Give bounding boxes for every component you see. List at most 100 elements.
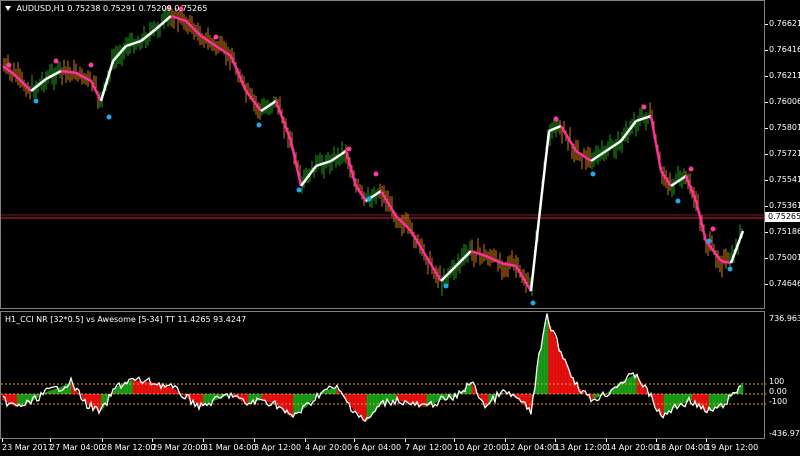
trend-segment xyxy=(649,115,663,172)
oscillator-svg xyxy=(1,313,766,422)
price-axis[interactable]: 0.76621 0.76416 0.76211 0.76006 0.75801 … xyxy=(765,0,800,309)
fractal-bottom-dot xyxy=(366,196,372,202)
price-tick xyxy=(765,128,768,129)
trend-segment xyxy=(99,60,115,102)
time-tick xyxy=(606,439,607,442)
oscillator-pane[interactable]: H1_CCI NR [32*0.5] vs Awesome [5-34] TT … xyxy=(0,311,766,439)
fractal-dots xyxy=(6,5,733,306)
time-tick xyxy=(706,439,707,442)
chart-window[interactable]: AUDUSD,H1 0.75238 0.75291 0.75209 0.7526… xyxy=(0,0,800,456)
price-label: 0.76621 xyxy=(769,19,800,28)
fractal-bottom-dot xyxy=(530,300,536,306)
time-tick xyxy=(354,439,355,442)
fractal-bottom-dot xyxy=(106,114,112,120)
price-label: 0.76416 xyxy=(769,45,800,54)
fractal-top-dot xyxy=(373,171,379,177)
osc-label: -436.9756 xyxy=(769,429,800,438)
fractal-bottom-dot xyxy=(256,122,262,128)
price-tick xyxy=(765,258,768,259)
osc-label: 0.00 xyxy=(769,387,787,396)
current-price-marker: 0.75265 xyxy=(765,212,800,222)
fractal-top-dot xyxy=(213,34,219,40)
oscillator-axis[interactable]: 736.9638 100 0.00 -100 -436.9756 xyxy=(765,311,800,439)
main-price-pane[interactable]: AUDUSD,H1 0.75238 0.75291 0.75209 0.7526… xyxy=(0,0,766,309)
time-label: 12 Apr 04:00 xyxy=(505,443,558,452)
time-label: 31 Mar 04:00 xyxy=(203,443,257,452)
price-tick xyxy=(765,102,768,103)
fractal-top-dot xyxy=(53,58,59,64)
fractal-top-dot xyxy=(641,104,647,110)
osc-label: 100 xyxy=(769,377,785,386)
time-label: 3 Apr 12:00 xyxy=(254,443,302,452)
fractal-bottom-dot xyxy=(296,187,302,193)
time-tick xyxy=(656,439,657,442)
price-label: 0.76006 xyxy=(769,97,800,106)
symbol-name: AUDUSD,H1 xyxy=(16,4,65,13)
time-label: 6 Apr 04:00 xyxy=(354,443,402,452)
fractal-top-dot xyxy=(688,166,694,172)
collapse-triangle-icon[interactable] xyxy=(5,6,11,11)
price-label: 0.75721 xyxy=(769,149,800,158)
price-label: 0.76211 xyxy=(769,71,800,80)
fractal-bottom-dot xyxy=(33,98,39,104)
symbol-prices: 0.75238 0.75291 0.75209 0.75265 xyxy=(67,4,208,13)
time-axis[interactable]: 23 Mar 2017 27 Mar 04:00 28 Mar 12:00 29… xyxy=(0,439,765,456)
oscillator-histogram xyxy=(2,318,744,422)
fractal-bottom-dot xyxy=(443,283,449,289)
time-tick xyxy=(152,439,153,442)
time-tick xyxy=(555,439,556,442)
time-tick xyxy=(203,439,204,442)
time-tick xyxy=(2,439,3,442)
price-chart-svg xyxy=(1,4,766,306)
price-label: 0.75001 xyxy=(769,253,800,262)
price-label: 0.74646 xyxy=(769,279,800,288)
price-tick xyxy=(765,154,768,155)
price-bars xyxy=(3,4,743,297)
price-label: 0.75801 xyxy=(769,123,800,132)
osc-label: -100 xyxy=(769,397,788,406)
fractal-bottom-dot xyxy=(706,238,712,244)
time-tick xyxy=(102,439,103,442)
price-label: 0.75541 xyxy=(769,175,800,184)
time-label: 14 Apr 20:00 xyxy=(606,443,659,452)
trend-segment xyxy=(729,230,745,264)
time-label: 13 Apr 12:00 xyxy=(555,443,608,452)
price-tick xyxy=(765,24,768,25)
price-tick xyxy=(765,76,768,77)
time-tick xyxy=(454,439,455,442)
time-tick xyxy=(305,439,306,442)
time-label: 4 Apr 20:00 xyxy=(305,443,353,452)
time-label: 7 Apr 12:00 xyxy=(405,443,453,452)
trend-segment xyxy=(548,124,562,133)
time-label: 28 Mar 12:00 xyxy=(102,443,156,452)
fractal-bottom-dot xyxy=(590,171,596,177)
price-tick xyxy=(765,50,768,51)
time-label: 29 Mar 20:00 xyxy=(152,443,206,452)
time-tick xyxy=(405,439,406,442)
price-tick xyxy=(765,180,768,181)
fractal-bottom-dot xyxy=(727,266,733,272)
fractal-top-dot xyxy=(346,146,352,152)
time-label: 27 Mar 04:00 xyxy=(50,443,104,452)
fractal-top-dot xyxy=(6,62,12,68)
price-label: 0.75186 xyxy=(769,227,800,236)
price-tick xyxy=(765,284,768,285)
price-tick xyxy=(765,232,768,233)
trend-segment xyxy=(539,130,551,202)
time-label: 23 Mar 2017 xyxy=(2,443,53,452)
trend-segment xyxy=(229,55,248,92)
osc-label: 736.9638 xyxy=(769,314,800,323)
time-label: 19 Apr 12:00 xyxy=(706,443,759,452)
price-label: 0.75361 xyxy=(769,201,800,210)
price-tick xyxy=(765,206,768,207)
fractal-top-dot xyxy=(710,226,716,232)
fractal-top-dot xyxy=(553,116,559,122)
time-label: 10 Apr 20:00 xyxy=(454,443,507,452)
time-tick xyxy=(254,439,255,442)
fractal-bottom-dot xyxy=(675,198,681,204)
fractal-top-dot xyxy=(88,62,94,68)
time-tick xyxy=(50,439,51,442)
trend-segment xyxy=(289,140,303,187)
trend-segment xyxy=(694,200,708,242)
symbol-info: AUDUSD,H1 0.75238 0.75291 0.75209 0.7526… xyxy=(5,4,207,13)
